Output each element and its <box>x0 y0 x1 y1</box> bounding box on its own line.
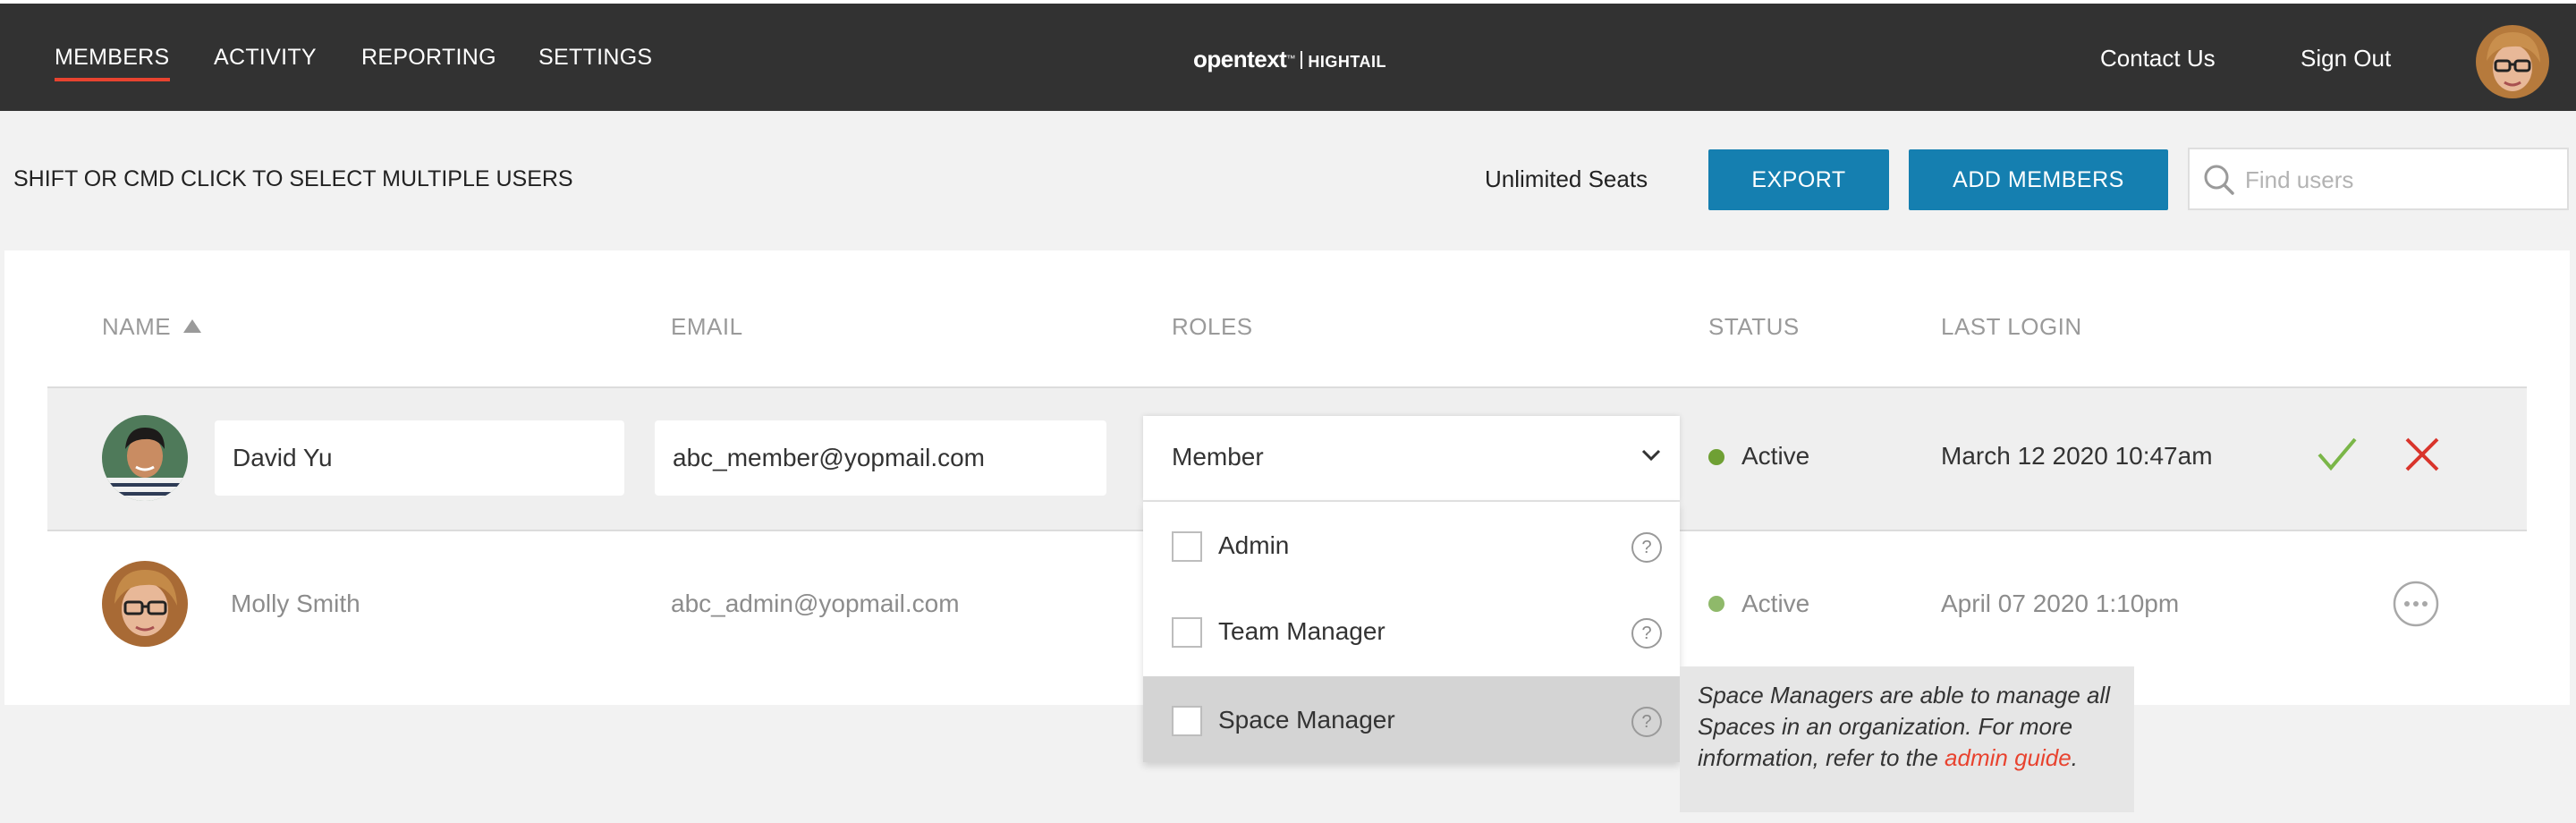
logo-divider <box>1301 51 1303 69</box>
confirm-check-icon[interactable] <box>2317 437 2358 477</box>
status-text: Active <box>1741 590 1810 617</box>
search-box[interactable] <box>2188 148 2569 210</box>
nav-tab-reporting[interactable]: REPORTING <box>361 45 496 71</box>
role-option-label: Admin <box>1218 531 1290 559</box>
column-header-name[interactable]: NAME <box>102 313 202 341</box>
column-header-status[interactable]: STATUS <box>1708 313 1800 341</box>
role-checkbox-admin[interactable] <box>1172 531 1202 562</box>
name-field[interactable]: David Yu <box>215 420 624 496</box>
cancel-close-icon[interactable] <box>2404 437 2440 477</box>
last-login-text: March 12 2020 10:47am <box>1941 442 2213 470</box>
status-text: Active <box>1741 442 1810 470</box>
role-option-admin[interactable]: Admin ? <box>1143 502 1680 588</box>
column-header-name-label: NAME <box>102 313 172 340</box>
roles-select[interactable]: Member <box>1143 416 1680 502</box>
last-login-text: April 07 2020 1:10pm <box>1941 590 2180 617</box>
member-email: abc_admin@yopmail.com <box>671 590 960 617</box>
top-nav: MEMBERS ACTIVITY REPORTING SETTINGS open… <box>0 0 2576 111</box>
role-option-team-manager[interactable]: Team Manager ? <box>1143 588 1680 674</box>
role-option-space-manager[interactable]: Space Manager ? <box>1143 676 1680 762</box>
status-active-indicator <box>1708 449 1724 465</box>
tooltip-suffix: . <box>2071 744 2078 771</box>
search-input[interactable] <box>2243 149 2560 210</box>
nav-tab-settings[interactable]: SETTINGS <box>538 45 652 71</box>
export-button[interactable]: EXPORT <box>1708 149 1889 210</box>
user-avatar[interactable] <box>2476 25 2549 98</box>
role-checkbox-space-manager[interactable] <box>1172 706 1202 736</box>
help-icon[interactable]: ? <box>1631 618 1662 649</box>
logo-tm: ™ <box>1286 54 1296 64</box>
contact-us-link[interactable]: Contact Us <box>2100 45 2216 72</box>
role-option-label: Team Manager <box>1218 617 1385 645</box>
add-members-button[interactable]: ADD MEMBERS <box>1909 149 2168 210</box>
logo-product: HIGHTAIL <box>1308 53 1386 71</box>
more-options-icon[interactable] <box>2392 580 2440 632</box>
sign-out-link[interactable]: Sign Out <box>2301 45 2391 72</box>
column-header-email[interactable]: EMAIL <box>671 313 743 341</box>
status-active-indicator <box>1708 596 1724 612</box>
role-checkbox-team-manager[interactable] <box>1172 617 1202 648</box>
nav-tab-members[interactable]: MEMBERS <box>55 45 170 81</box>
multi-select-hint: SHIFT OR CMD CLICK TO SELECT MULTIPLE US… <box>13 166 573 191</box>
help-icon[interactable]: ? <box>1631 707 1662 737</box>
roles-dropdown-menu: Admin ? Team Manager ? Space Manager ? <box>1143 502 1680 762</box>
nav-tab-activity[interactable]: ACTIVITY <box>214 45 317 71</box>
help-icon[interactable]: ? <box>1631 532 1662 563</box>
chevron-down-icon <box>1640 448 1662 467</box>
member-name: Molly Smith <box>231 590 360 617</box>
column-header-roles[interactable]: ROLES <box>1172 313 1253 341</box>
role-option-label: Space Manager <box>1218 706 1395 734</box>
admin-guide-link[interactable]: admin guide <box>1945 744 2072 771</box>
roles-select-value: Member <box>1172 443 1264 471</box>
email-field[interactable]: abc_member@yopmail.com <box>655 420 1106 496</box>
app-logo[interactable]: opentext™ HIGHTAIL <box>1193 46 1386 73</box>
sort-ascending-icon <box>183 319 202 333</box>
avatar <box>102 415 188 501</box>
user-avatar-image <box>2476 25 2549 98</box>
search-icon <box>2202 163 2236 201</box>
column-header-last-login[interactable]: LAST LOGIN <box>1941 313 2082 341</box>
seats-count: Unlimited Seats <box>1485 165 1648 192</box>
logo-brand: opentext <box>1193 46 1287 72</box>
avatar <box>102 561 188 647</box>
space-manager-tooltip: Space Managers are able to manage all Sp… <box>1680 666 2134 812</box>
